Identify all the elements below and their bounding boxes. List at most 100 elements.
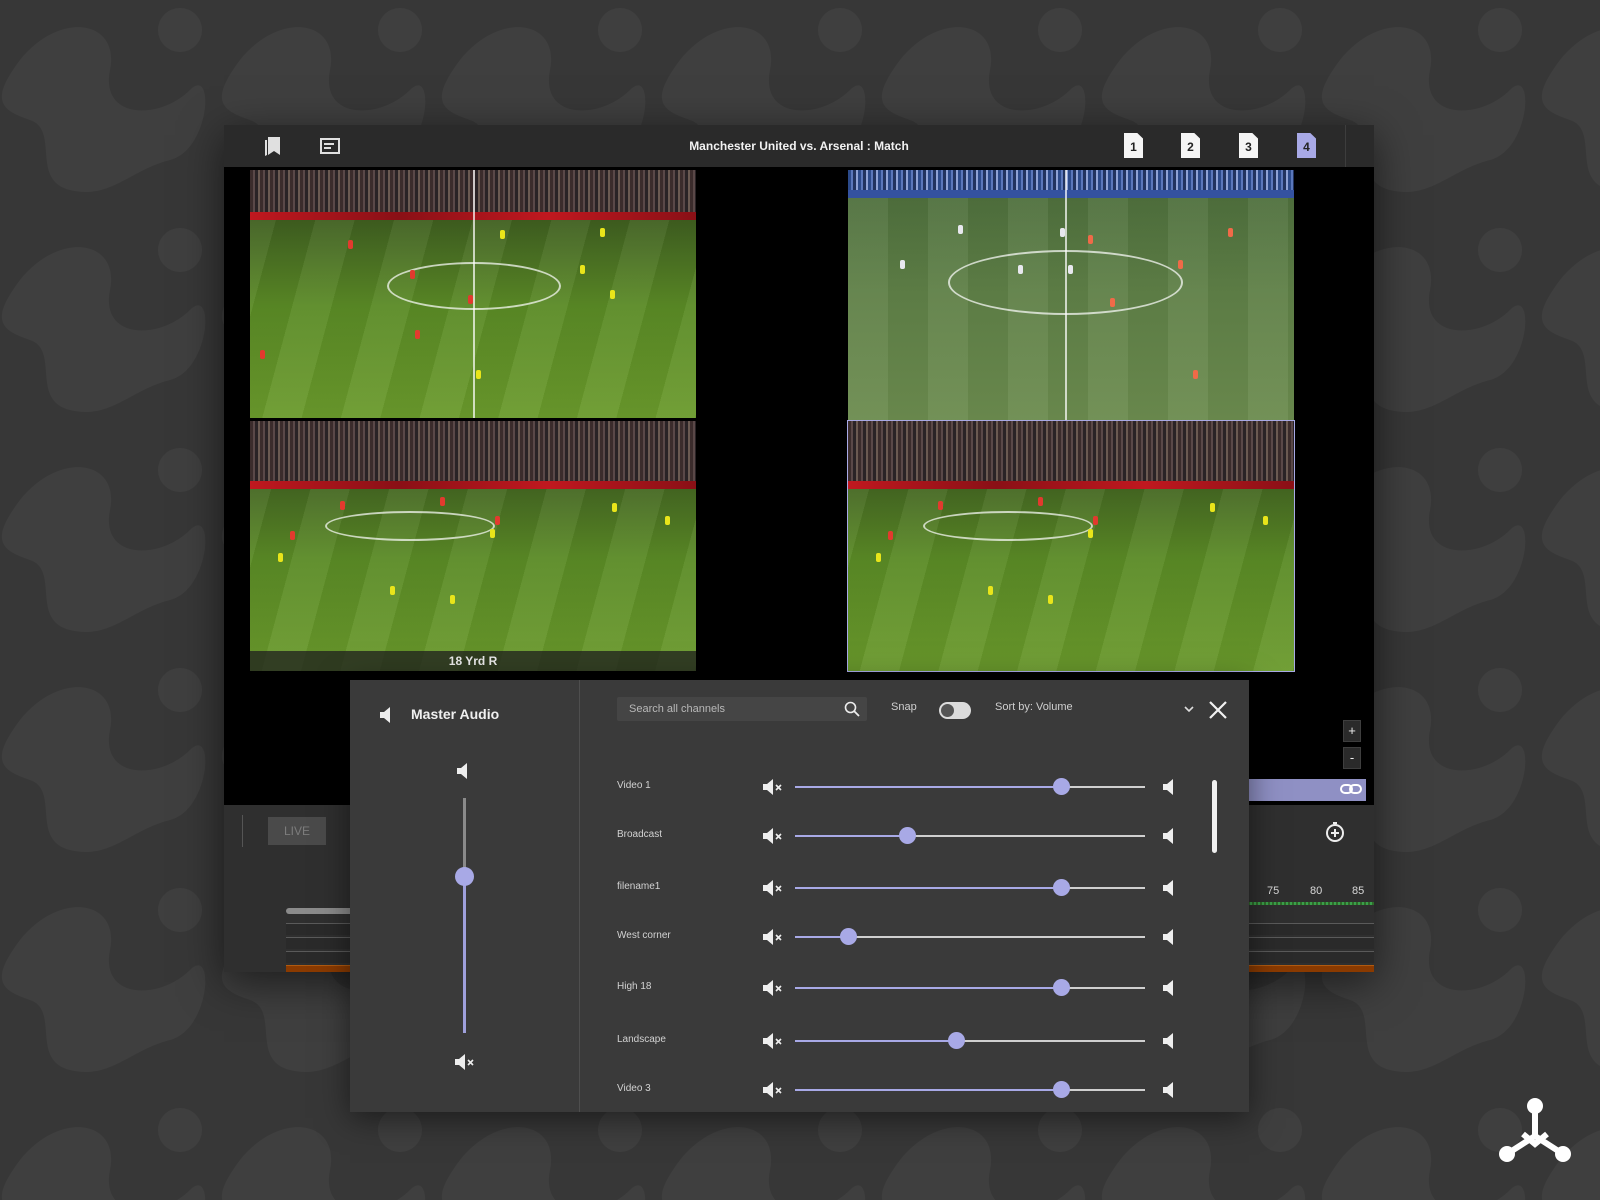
channel-volume-slider[interactable]	[795, 928, 1145, 945]
player	[888, 531, 893, 540]
volume-max-icon[interactable]	[1160, 1080, 1182, 1100]
center-circle	[325, 511, 495, 541]
slider-fill	[795, 786, 1061, 788]
slider-knob[interactable]	[1053, 979, 1070, 996]
volume-max-icon[interactable]	[1160, 777, 1182, 797]
slider-knob[interactable]	[455, 866, 474, 886]
video-feed-top-right[interactable]	[848, 170, 1294, 420]
timeline-scrollbar[interactable]	[286, 908, 356, 914]
player	[348, 240, 353, 249]
mute-icon[interactable]	[760, 927, 786, 947]
timeline-track	[286, 923, 356, 935]
link-icon[interactable]	[1340, 781, 1362, 797]
player	[1088, 235, 1093, 244]
player	[1068, 265, 1073, 274]
volume-max-icon[interactable]	[1160, 878, 1182, 898]
player	[450, 595, 455, 604]
slider-knob[interactable]	[899, 827, 916, 844]
slider-knob[interactable]	[839, 928, 857, 945]
mute-icon[interactable]	[760, 978, 786, 998]
channel-volume-slider[interactable]	[795, 879, 1145, 896]
mute-icon[interactable]	[760, 878, 786, 898]
live-button[interactable]: LIVE	[268, 817, 326, 845]
layout-2-button[interactable]: 2	[1178, 132, 1204, 160]
slider-knob[interactable]	[1053, 778, 1070, 795]
player	[290, 531, 295, 540]
video-feed-top-left[interactable]	[250, 170, 696, 418]
channel-name: Landscape	[617, 1034, 666, 1045]
toggle-knob	[941, 704, 954, 717]
mute-icon[interactable]	[760, 1080, 786, 1100]
layout-4-button[interactable]: 4	[1294, 132, 1320, 160]
center-circle	[948, 250, 1183, 315]
player	[340, 501, 345, 510]
slider-fill	[795, 1040, 956, 1042]
player	[1263, 516, 1268, 525]
channel-volume-slider[interactable]	[795, 1081, 1145, 1098]
layout-1-button[interactable]: 1	[1121, 132, 1147, 160]
volume-max-icon[interactable]	[1160, 927, 1182, 947]
advert-boards	[848, 481, 1294, 489]
player	[665, 516, 670, 525]
player	[580, 265, 585, 274]
channel-volume-slider[interactable]	[795, 827, 1145, 844]
channel-row: Broadcast	[617, 823, 1177, 849]
volume-max-icon[interactable]	[1160, 826, 1182, 846]
add-timer-icon[interactable]	[1324, 821, 1346, 843]
player	[1018, 265, 1023, 274]
volume-max-icon[interactable]	[454, 761, 474, 781]
master-volume-slider[interactable]	[455, 798, 474, 1033]
master-audio-section: Master Audio	[350, 680, 580, 1112]
volume-max-icon[interactable]	[1160, 978, 1182, 998]
zoom-in-button[interactable]: +	[1343, 720, 1361, 742]
video-feed-bottom-left[interactable]: 18 Yrd R	[250, 421, 696, 671]
chevron-down-icon[interactable]	[1183, 702, 1195, 714]
channel-row: Video 1	[617, 774, 1177, 800]
notes-icon[interactable]	[318, 134, 342, 158]
crowd-image	[848, 421, 1294, 481]
bookmark-icon[interactable]	[261, 134, 285, 158]
channel-volume-slider[interactable]	[795, 979, 1145, 996]
slider-fill	[795, 887, 1061, 889]
channel-name: West corner	[617, 930, 671, 941]
slider-knob[interactable]	[948, 1032, 965, 1049]
channel-row: West corner	[617, 924, 1177, 950]
close-button[interactable]	[1207, 699, 1229, 721]
timeline-track-active	[1249, 965, 1374, 972]
title-bar: Manchester United vs. Arsenal : Match 1 …	[224, 125, 1374, 167]
mute-icon[interactable]	[760, 777, 786, 797]
player	[1193, 370, 1198, 379]
snap-toggle[interactable]	[939, 702, 971, 719]
mute-icon[interactable]	[760, 1031, 786, 1051]
center-circle	[923, 511, 1093, 541]
timeline-track	[1249, 923, 1374, 935]
channel-list-scrollbar[interactable]	[1212, 780, 1217, 853]
slider-knob[interactable]	[1053, 879, 1070, 896]
mute-icon[interactable]	[452, 1052, 476, 1072]
sort-dropdown[interactable]: Sort by: Volume	[995, 701, 1195, 717]
channel-volume-slider[interactable]	[795, 778, 1145, 795]
search-input[interactable]	[617, 697, 867, 721]
player	[500, 230, 505, 239]
slider-fill	[795, 1089, 1061, 1091]
mute-icon[interactable]	[760, 826, 786, 846]
video-feed-bottom-right[interactable]	[847, 420, 1295, 672]
layout-3-button[interactable]: 3	[1236, 132, 1262, 160]
title-divider	[1345, 125, 1346, 167]
volume-max-icon[interactable]	[1160, 1031, 1182, 1051]
player	[390, 586, 395, 595]
channel-name: Video 1	[617, 780, 651, 791]
slider-fill	[795, 835, 907, 837]
player	[1228, 228, 1233, 237]
crowd-image	[250, 421, 696, 481]
player	[938, 501, 943, 510]
zoom-out-button[interactable]: -	[1343, 747, 1361, 769]
channel-row: High 18	[617, 975, 1177, 1001]
timeline-track	[286, 937, 356, 949]
channel-row: Landscape	[617, 1028, 1177, 1054]
slider-knob[interactable]	[1053, 1081, 1070, 1098]
channel-volume-slider[interactable]	[795, 1032, 1145, 1049]
channel-row: Video 3	[617, 1077, 1177, 1103]
timeline-track	[1249, 937, 1374, 949]
brand-logo	[1499, 1098, 1571, 1162]
